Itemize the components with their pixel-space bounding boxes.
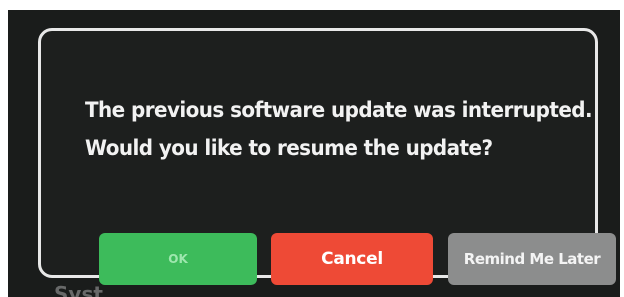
ok-button[interactable]: OK <box>99 233 257 285</box>
dialog-message-line-2: Would you like to resume the update? <box>85 136 493 160</box>
infotainment-screen: Syst The previous software update was in… <box>8 10 620 297</box>
dialog-message: The previous software update was interru… <box>85 91 593 167</box>
background-partial-text: Syst <box>54 284 103 297</box>
remind-me-later-button[interactable]: Remind Me Later <box>448 233 616 285</box>
cancel-button[interactable]: Cancel <box>271 233 433 285</box>
update-interrupted-dialog: The previous software update was interru… <box>38 28 616 285</box>
dialog-message-line-1: The previous software update was interru… <box>85 98 593 122</box>
